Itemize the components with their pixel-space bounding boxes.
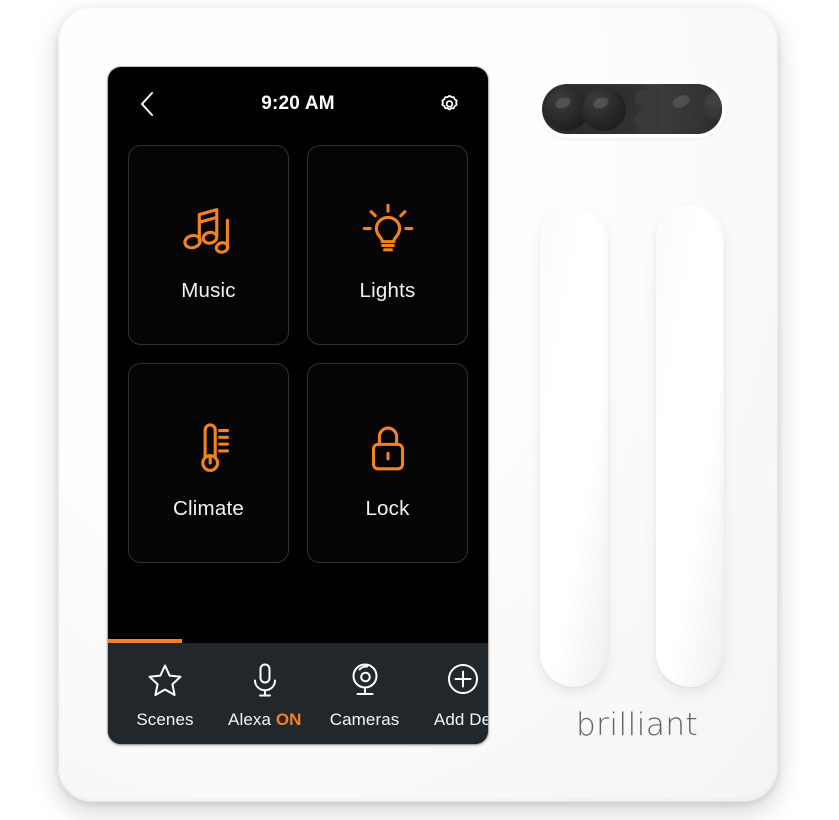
clock-label: 9:20 AM	[261, 93, 335, 114]
tile-climate[interactable]: Climate	[128, 363, 289, 563]
brilliant-smart-panel: 9:20 AM Music Lights Climate Lock Scenes…	[58, 7, 778, 802]
music-note-icon	[178, 187, 240, 273]
brand-logo: brilliant	[576, 707, 699, 743]
alexa-text: Alexa	[228, 710, 276, 729]
gear-icon[interactable]	[434, 89, 464, 119]
camera-lens-center	[582, 87, 626, 131]
status-bar: 9:20 AM	[108, 67, 488, 141]
camera-module	[542, 84, 722, 134]
tile-music[interactable]: Music	[128, 145, 289, 345]
sensor-dot-bottom	[635, 111, 652, 128]
sensor-dot-top	[635, 90, 652, 107]
alexa-status-badge: ON	[275, 710, 302, 729]
tile-label: Music	[181, 279, 236, 302]
tile-label: Lock	[365, 497, 410, 520]
padlock-icon	[359, 405, 417, 491]
touchscreen-display[interactable]: 9:20 AM Music Lights Climate Lock Scenes…	[108, 67, 488, 744]
toolbar-label: Scenes	[136, 710, 194, 729]
device-tile-grid: Music Lights Climate Lock	[128, 145, 468, 563]
toolbar-label: Alexa ON	[228, 710, 302, 730]
tile-label: Lights	[359, 279, 416, 302]
dimmer-slider-right[interactable]	[656, 205, 724, 687]
toolbar-label: Cameras	[329, 710, 400, 729]
toolbar-item-scenes[interactable]: Scenes	[130, 659, 200, 730]
webcam-icon	[345, 659, 385, 701]
toolbar-item-alexa[interactable]: Alexa ON	[228, 659, 302, 730]
tile-lights[interactable]: Lights	[307, 145, 468, 345]
dimmer-slider-left[interactable]	[540, 205, 608, 687]
bottom-toolbar: Scenes Alexa ON Cameras Add De	[108, 643, 488, 744]
tile-lock[interactable]: Lock	[307, 363, 468, 563]
thermometer-icon	[178, 405, 240, 491]
lightbulb-icon	[357, 187, 419, 273]
tile-label: Climate	[173, 497, 244, 520]
mic-icon	[245, 659, 285, 701]
chevron-left-icon[interactable]	[132, 89, 162, 119]
plus-circle-icon	[443, 659, 483, 701]
toolbar-item-cameras[interactable]: Cameras	[330, 659, 400, 730]
toolbar-item-add-device[interactable]: Add De	[428, 659, 488, 730]
toolbar-label: Add De	[433, 710, 488, 729]
star-icon	[145, 659, 185, 701]
